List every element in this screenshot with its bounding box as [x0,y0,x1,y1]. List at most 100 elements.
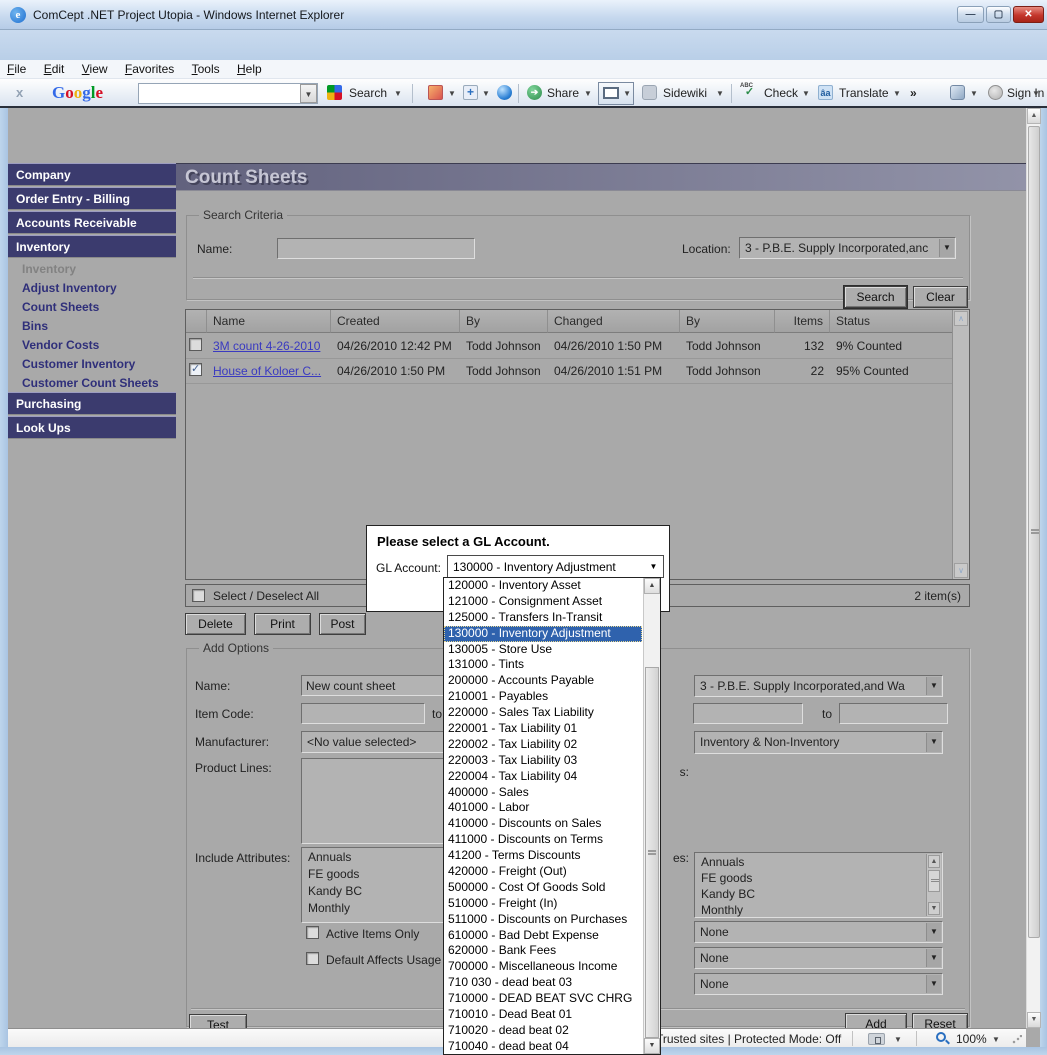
gl-account-option-selected[interactable]: 130000 - Inventory Adjustment [444,626,642,642]
signin-chevron-icon[interactable]: ▼ [1032,89,1040,98]
zoom-chevron-icon[interactable]: ▼ [992,1035,1000,1044]
count-sheet-link[interactable]: 3M count 4-26-2010 [213,339,320,353]
translate-button[interactable]: Translate [839,86,889,100]
gl-account-option[interactable]: 131000 - Tints [444,657,642,673]
google-earth-icon[interactable] [497,85,512,100]
chevron-down-icon[interactable]: ▼ [926,733,941,752]
photos-icon[interactable] [428,85,443,100]
gl-account-option[interactable]: 620000 - Bank Fees [444,943,642,959]
column-header-status[interactable]: Status [830,310,954,333]
sidewiki-chevron-icon[interactable]: ▼ [716,89,724,98]
scroll-up-icon[interactable]: ▲ [928,855,940,868]
sidebar-item-order-entry-billing[interactable]: Order Entry - Billing [8,187,176,210]
sidebar-item-accounts-receivable[interactable]: Accounts Receivable [8,211,176,234]
menu-file[interactable]: File [7,62,26,76]
chevron-down-icon[interactable]: ▼ [926,677,941,695]
zoom-level[interactable]: 100% [956,1032,987,1046]
gl-account-option[interactable]: 510000 - Freight (In) [444,896,642,912]
sidebar-item-company[interactable]: Company [8,163,176,186]
share-button[interactable]: Share [547,86,579,100]
clear-button[interactable]: Clear [913,286,968,308]
column-header-created[interactable]: Created [331,310,460,333]
sidebar-subitem-bins[interactable]: Bins [8,316,176,335]
option-list-scrollbar[interactable]: ▲ ▼ [643,578,660,1054]
search-location-select[interactable]: 3 - P.B.E. Supply Incorporated,anc▼ [739,237,956,259]
scroll-down-icon[interactable]: ▼ [928,902,940,915]
list-item[interactable]: Annuals [695,853,942,869]
scroll-up-icon[interactable]: ▲ [1027,108,1041,124]
gl-account-option[interactable]: 710040 - dead beat 04 [444,1039,642,1055]
spellcheck-icon[interactable]: ✓ [742,85,757,100]
gl-account-option[interactable]: 710020 - dead beat 02 [444,1023,642,1039]
share-chevron-icon[interactable]: ▼ [584,89,592,98]
scrollbar-thumb[interactable] [645,667,659,1038]
gl-account-option[interactable]: 121000 - Consignment Asset [444,594,642,610]
gl-account-option[interactable]: 130005 - Store Use [444,642,642,658]
chevron-down-icon[interactable]: ▼ [926,949,941,967]
gl-account-option[interactable]: 220002 - Tax Liability 02 [444,737,642,753]
translate-chevron-icon[interactable]: ▼ [893,89,901,98]
scroll-down-icon[interactable]: ▼ [1027,1012,1041,1028]
scroll-up-icon[interactable]: ▲ [644,578,660,594]
menu-help[interactable]: Help [237,62,262,76]
sidewiki-bubble-icon[interactable] [642,85,657,100]
menu-tools[interactable]: Tools [192,62,220,76]
sidewiki-button[interactable]: Sidewiki [663,86,707,100]
minimize-button[interactable]: — [957,6,984,23]
chevron-down-icon[interactable]: ▼ [939,239,954,257]
gl-account-option[interactable]: 220004 - Tax Liability 04 [444,769,642,785]
range-from-input[interactable] [693,703,803,724]
share-icon[interactable]: ➔ [527,85,542,100]
gl-account-option[interactable]: 41200 - Terms Discounts [444,848,642,864]
search-button[interactable]: Search [349,86,387,100]
settings-chevron-icon[interactable]: ▼ [970,89,978,98]
gl-account-option[interactable]: 400000 - Sales [444,785,642,801]
gl-account-option[interactable]: 125000 - Transfers In-Transit [444,610,642,626]
screen-chevron-icon[interactable]: ▼ [623,89,631,98]
column-header-name[interactable]: Name [207,310,331,333]
chevron-down-icon[interactable]: ▼ [926,975,941,993]
resize-grip[interactable] [1012,1035,1022,1044]
gl-account-option[interactable]: 610000 - Bad Debt Expense [444,928,642,944]
gl-account-option[interactable]: 220001 - Tax Liability 01 [444,721,642,737]
zoom-magnifier-icon[interactable] [936,1032,946,1042]
sidebar-item-inventory[interactable]: Inventory [8,235,176,258]
wrench-icon[interactable] [950,85,965,100]
gl-account-option[interactable]: 120000 - Inventory Asset [444,578,642,594]
row-checkbox[interactable] [189,338,202,351]
toolbar-overflow-chevron-icon[interactable]: » [910,86,917,100]
sort-select-1[interactable]: None▼ [694,921,943,943]
add-gadget-icon[interactable]: + [463,85,478,100]
scroll-up-icon[interactable]: ∧ [954,311,968,326]
scroll-down-icon[interactable]: ∨ [954,563,968,578]
gl-account-option[interactable]: 710010 - Dead Beat 01 [444,1007,642,1023]
row-checkbox[interactable] [189,363,202,376]
security-chevron-icon[interactable]: ▼ [894,1035,902,1044]
attributes-scrollbar[interactable]: ▲ ▼ [926,854,941,916]
sort-select-2[interactable]: None▼ [694,947,943,969]
sidebar-item-look-ups[interactable]: Look Ups [8,416,176,439]
sidebar-item-purchasing[interactable]: Purchasing [8,392,176,415]
search-button[interactable]: Search [844,286,907,308]
gl-account-option[interactable]: 511000 - Discounts on Purchases [444,912,642,928]
sidebar-subitem-vendor-costs[interactable]: Vendor Costs [8,335,176,354]
column-header-changed-by[interactable]: By [680,310,775,333]
sidebar-subitem-adjust-inventory[interactable]: Adjust Inventory [8,278,176,297]
gl-account-option[interactable]: 410000 - Discounts on Sales [444,816,642,832]
list-item[interactable]: Monthly [695,901,942,917]
menu-view[interactable]: View [82,62,108,76]
add-chevron-icon[interactable]: ▼ [482,89,490,98]
attributes-listbox[interactable]: Annuals FE goods Kandy BC Monthly ▲ ▼ [694,852,943,918]
sort-select-3[interactable]: None▼ [694,973,943,995]
item-code-from-input[interactable] [301,703,425,724]
chevron-down-icon[interactable]: ▼ [926,923,941,941]
gl-account-option[interactable]: 420000 - Freight (Out) [444,864,642,880]
google-search-icon[interactable] [327,85,342,100]
chevron-down-icon[interactable]: ▼ [646,558,661,575]
default-affects-usage-checkbox[interactable] [306,952,319,965]
sidebar-subitem-customer-inventory[interactable]: Customer Inventory [8,354,176,373]
gl-account-option[interactable]: 220000 - Sales Tax Liability [444,705,642,721]
check-chevron-icon[interactable]: ▼ [802,89,810,98]
gl-account-option[interactable]: 700000 - Miscellaneous Income [444,959,642,975]
maximize-button[interactable]: ▢ [986,6,1011,23]
